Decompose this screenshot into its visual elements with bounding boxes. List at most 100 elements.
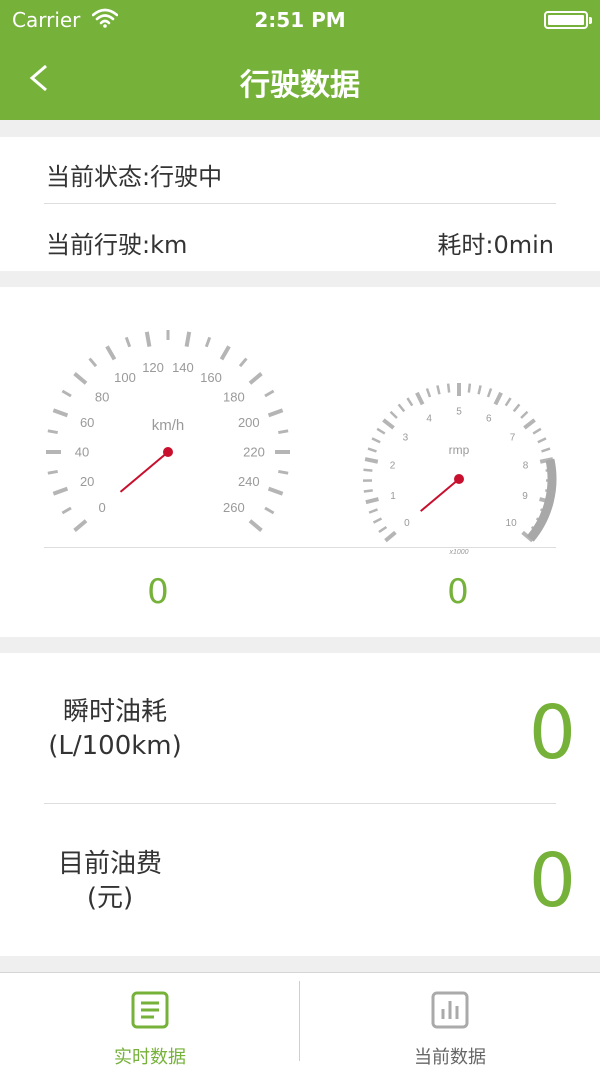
- battery-icon: [544, 11, 592, 29]
- gauge-minor-tick: [278, 429, 289, 435]
- gauge-tick-label: 5: [456, 407, 462, 418]
- instant-consumption-label: 瞬时油耗 (L/100km): [20, 695, 210, 763]
- gauge-minor-tick: [264, 389, 275, 398]
- gauge-minor-tick: [389, 410, 398, 419]
- gauge-minor-tick: [278, 469, 289, 475]
- gauge-minor-tick: [541, 447, 551, 453]
- fuel-card: 瞬时油耗 (L/100km) 0 目前油费 (元) 0: [0, 653, 600, 956]
- gauge-minor-tick: [512, 403, 521, 413]
- gauge-major-tick: [248, 519, 263, 532]
- gauge-major-tick: [493, 391, 503, 406]
- gauge-tick-label: 4: [426, 413, 432, 424]
- gauge-minor-tick: [486, 388, 493, 398]
- gauge-tick-label: 0: [404, 518, 410, 529]
- gauge-minor-tick: [88, 357, 98, 368]
- status-time: 2:51 PM: [254, 8, 346, 32]
- gauge-minor-tick: [467, 383, 472, 393]
- tab-bar: 实时数据 当前数据: [0, 972, 600, 1065]
- divider: [44, 547, 556, 548]
- page-title: 行驶数据: [240, 68, 360, 103]
- instant-consumption-title: 瞬时油耗: [62, 697, 167, 727]
- gauge-needle-hub: [163, 447, 173, 457]
- gauge-tick-label: 6: [486, 413, 492, 424]
- gauge-tick-label: 200: [238, 415, 260, 430]
- gauge-minor-tick: [397, 403, 406, 413]
- gauge-major-tick: [364, 457, 379, 464]
- gauge-major-tick: [523, 418, 536, 430]
- bar-chart-icon: [431, 991, 469, 1029]
- gauge-tick-label: 3: [403, 433, 409, 444]
- gauge-major-tick: [267, 486, 284, 496]
- gauge-minor-tick: [371, 437, 381, 444]
- gauge-minor-tick: [124, 336, 132, 348]
- gauge-tick-label: 60: [80, 415, 94, 430]
- gauge-tick-label: 2: [390, 460, 396, 471]
- gauge-tick-label: 20: [80, 474, 94, 489]
- gauge-needle: [420, 478, 460, 512]
- trip-duration: 耗时:0min: [437, 231, 554, 259]
- gauge-needle-hub: [454, 474, 464, 484]
- tab-current-data[interactable]: 当前数据: [300, 973, 600, 1065]
- gauge-multiplier-label: x1000: [448, 549, 468, 556]
- gauge-tick-label: 120: [142, 360, 164, 375]
- gauges-card: 0 20 40 60 80 100 120 140 160 180 200 220 240 260 km/h…: [0, 287, 600, 637]
- gauge-major-tick: [73, 519, 88, 532]
- gauge-minor-tick: [363, 489, 373, 493]
- gauge-major-tick: [52, 486, 69, 496]
- gauge-major-tick: [73, 372, 88, 385]
- gauge-minor-tick: [504, 397, 512, 407]
- gauge-major-tick: [248, 372, 263, 385]
- gauge-minor-tick: [520, 410, 529, 419]
- gauge-minor-tick: [367, 447, 377, 453]
- rpm-value: 0: [447, 572, 469, 612]
- fuel-cost-title: 目前油费: [57, 849, 162, 879]
- gauge-tick-label: 9: [522, 491, 528, 502]
- gauge-minor-tick: [446, 383, 451, 393]
- gauge-minor-tick: [363, 468, 373, 472]
- gauge-major-tick: [267, 408, 284, 418]
- document-list-icon: [131, 991, 169, 1029]
- speed-value: 0: [147, 572, 169, 612]
- divider: [44, 803, 556, 804]
- navigation-bar: Carrier 2:51 PM 行驶数据: [0, 0, 600, 120]
- gauge-major-tick: [144, 331, 152, 347]
- gauge-minor-tick: [406, 397, 414, 407]
- gauge-tick-label: 180: [223, 389, 245, 404]
- gauge-tick-label: 7: [510, 433, 516, 444]
- gauge-tick-label: 8: [523, 460, 529, 471]
- gauge-minor-tick: [368, 508, 378, 514]
- status-bar: Carrier 2:51 PM: [0, 0, 600, 40]
- tab-current-label: 当前数据: [414, 1047, 486, 1065]
- gauge-needle: [119, 451, 169, 493]
- trip-info-card: 当前状态:行驶中 当前行驶:km 耗时:0min: [0, 137, 600, 271]
- tachometer-gauge: 0 1 2 3 4 5 6 7 8 9 10 rmp x1000: [362, 383, 557, 556]
- fuel-cost-label: 目前油费 (元): [10, 847, 210, 915]
- fuel-cost-value: 0: [528, 838, 576, 924]
- gauge-major-tick: [382, 418, 395, 430]
- tab-realtime-data[interactable]: 实时数据: [0, 973, 300, 1065]
- gauge-major-tick: [365, 497, 379, 505]
- gauge-tick-label: 160: [200, 370, 222, 385]
- gauge-tick-label: 260: [223, 500, 245, 515]
- gauge-minor-tick: [425, 388, 432, 398]
- tab-realtime-label: 实时数据: [114, 1047, 186, 1065]
- gauge-tick-label: 40: [75, 445, 89, 460]
- gauge-minor-tick: [436, 385, 441, 395]
- gauge-major-tick: [219, 345, 231, 361]
- gauge-minor-tick: [204, 336, 212, 348]
- divider: [44, 203, 556, 204]
- gauge-minor-tick: [61, 506, 72, 515]
- gauge-major-tick: [384, 530, 397, 543]
- gauge-minor-tick: [238, 357, 248, 368]
- speedometer-gauge: 0 20 40 6080 100 120 140 160180 200 220 240 260 km/h: [46, 330, 290, 532]
- fuel-cost-unit: (元): [86, 883, 134, 913]
- gauge-minor-tick: [378, 525, 388, 534]
- gauge-minor-tick: [376, 427, 386, 435]
- gauge-major-tick: [184, 331, 192, 347]
- gauge-minor-tick: [47, 429, 58, 435]
- gauge-tick-label: 10: [506, 518, 518, 529]
- gauge-minor-tick: [477, 385, 482, 395]
- gauge-tick-label: 100: [114, 370, 136, 385]
- gauge-minor-tick: [372, 517, 383, 524]
- gauge-major-tick: [415, 391, 425, 406]
